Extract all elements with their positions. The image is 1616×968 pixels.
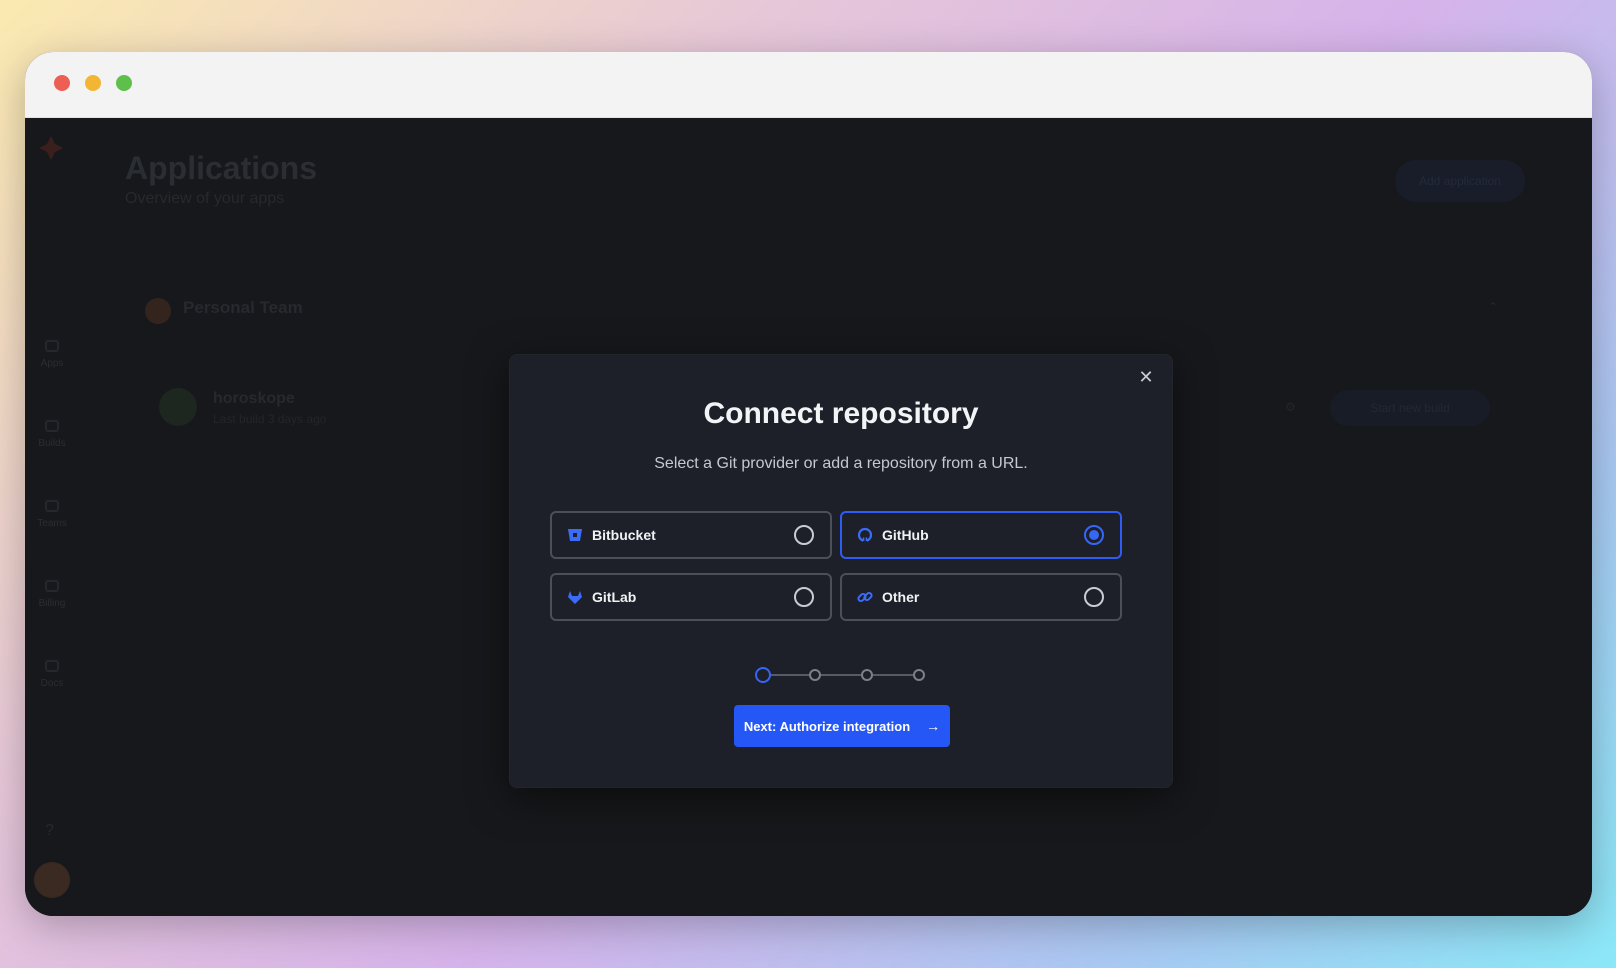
- step-2: [809, 669, 821, 681]
- app-name[interactable]: horoskope: [213, 390, 295, 408]
- builds-icon: [45, 420, 59, 432]
- next-authorize-integration-button[interactable]: Next: Authorize integration →: [734, 705, 950, 747]
- sidebar-item-docs[interactable]: Docs: [25, 660, 79, 689]
- browser-window: Apps Builds Teams Billing Docs ? Applica…: [25, 52, 1592, 916]
- team-name: Personal Team: [183, 298, 303, 317]
- add-application-button[interactable]: Add application: [1395, 160, 1525, 202]
- team-avatar: [145, 298, 171, 324]
- folder-icon: [45, 340, 59, 352]
- radio-button-checked[interactable]: [1084, 525, 1104, 545]
- step-indicator: [755, 667, 929, 683]
- provider-label: GitHub: [882, 527, 929, 543]
- billing-icon: [45, 580, 59, 592]
- provider-option-bitbucket[interactable]: Bitbucket: [550, 511, 832, 559]
- sidebar: Apps Builds Teams Billing Docs ?: [25, 118, 79, 916]
- minimize-window-button[interactable]: [85, 75, 101, 91]
- gitlab-icon: [568, 591, 582, 604]
- step-connector: [873, 674, 913, 676]
- radio-button[interactable]: [794, 525, 814, 545]
- start-new-build-button[interactable]: Start new build: [1330, 390, 1490, 426]
- page-title: Applications: [125, 150, 318, 186]
- provider-label: GitLab: [592, 589, 637, 605]
- sidebar-item-builds[interactable]: Builds: [25, 420, 79, 449]
- close-window-button[interactable]: [54, 75, 70, 91]
- step-1-current: [755, 667, 771, 683]
- sidebar-item-apps[interactable]: Apps: [25, 340, 79, 369]
- page-subtitle: Overview of your apps: [125, 190, 285, 207]
- github-icon: [857, 527, 873, 543]
- radio-button[interactable]: [1084, 587, 1104, 607]
- bitbucket-icon: [568, 529, 582, 541]
- radio-button[interactable]: [794, 587, 814, 607]
- logo-icon: [39, 136, 63, 160]
- gear-icon[interactable]: ⚙: [1285, 400, 1296, 414]
- provider-label: Bitbucket: [592, 527, 656, 543]
- step-3: [861, 669, 873, 681]
- app-last-build: Last build 3 days ago: [213, 412, 327, 426]
- user-avatar[interactable]: [34, 862, 70, 898]
- link-icon: [857, 591, 873, 603]
- chevron-up-icon[interactable]: ⌃: [1488, 300, 1498, 314]
- app-avatar: [159, 388, 197, 426]
- sidebar-item-billing[interactable]: Billing: [25, 580, 79, 609]
- sidebar-item-teams[interactable]: Teams: [25, 500, 79, 529]
- provider-option-other[interactable]: Other: [840, 573, 1122, 621]
- window-titlebar: [25, 52, 1592, 118]
- maximize-window-button[interactable]: [116, 75, 132, 91]
- help-icon[interactable]: ?: [45, 822, 54, 840]
- step-connector: [821, 674, 861, 676]
- teams-icon: [45, 500, 59, 512]
- close-icon[interactable]: ✕: [1136, 367, 1156, 387]
- connect-repository-modal: ✕ Connect repository Select a Git provid…: [509, 354, 1173, 788]
- docs-icon: [45, 660, 59, 672]
- arrow-right-icon: →: [926, 718, 941, 734]
- provider-option-github[interactable]: GitHub: [840, 511, 1122, 559]
- provider-option-gitlab[interactable]: GitLab: [550, 573, 832, 621]
- step-4: [913, 669, 925, 681]
- step-connector: [769, 674, 809, 676]
- modal-title: Connect repository: [703, 397, 979, 430]
- provider-label: Other: [882, 589, 920, 605]
- modal-subtitle: Select a Git provider or add a repositor…: [654, 455, 1028, 472]
